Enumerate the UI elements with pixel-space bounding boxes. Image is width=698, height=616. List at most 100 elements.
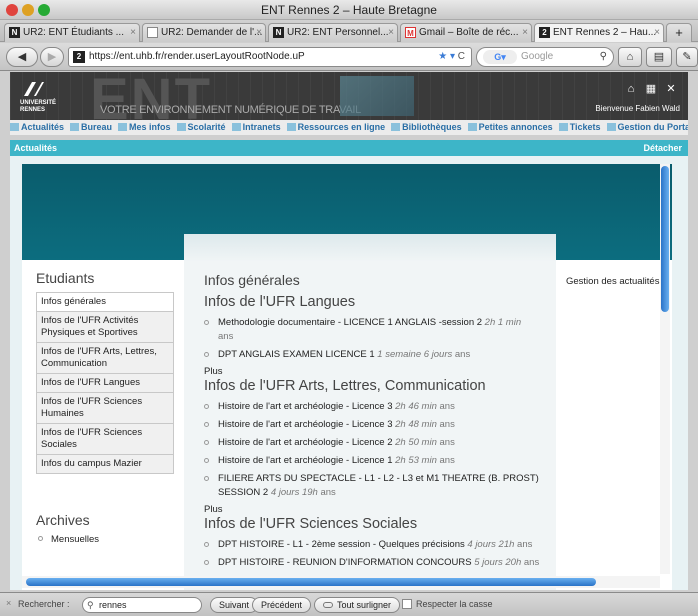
search-icon[interactable]: ⚲ [600, 48, 607, 66]
left-nav-item[interactable]: Infos générales [36, 292, 174, 311]
news-item-title[interactable]: DPT HISTOIRE - REUNION D'INFORMATION CON… [218, 557, 472, 568]
tab-ur2-demander[interactable]: UR2: Demander de l'... × [142, 23, 266, 42]
close-tab-icon[interactable]: × [388, 24, 394, 41]
extension-icon[interactable]: ✎ [676, 47, 698, 67]
close-tab-icon[interactable]: × [130, 24, 136, 41]
news-item[interactable]: DPT HISTOIRE - L1 - 2ème session - Quelq… [204, 538, 554, 552]
menu-square-icon [231, 123, 241, 131]
site-icon: 2 [73, 51, 85, 63]
news-item-title[interactable]: Methodologie documentaire - LICENCE 1 AN… [218, 317, 482, 328]
news-item[interactable]: Methodologie documentaire - LICENCE 1 AN… [204, 316, 554, 344]
news-item-suffix: ans [439, 401, 455, 412]
vertical-scroll-thumb[interactable] [661, 166, 669, 312]
archives-item-label: Mensuelles [51, 534, 100, 545]
find-next-button[interactable]: Suivant [210, 597, 259, 613]
close-tab-icon[interactable]: × [522, 24, 528, 41]
left-nav-item[interactable]: Infos de l'UFR Arts, Lettres, Communicat… [36, 342, 174, 373]
find-input[interactable]: ⚲ rennes [82, 597, 202, 613]
horizontal-scroll-thumb[interactable] [26, 578, 596, 586]
news-item[interactable]: Histoire de l'art et archéologie - Licen… [204, 454, 554, 468]
news-item-title[interactable]: Histoire de l'art et archéologie - Licen… [218, 419, 393, 430]
highlight-icon [323, 602, 333, 608]
menu-item-ressources[interactable]: Ressources en ligne [286, 120, 385, 135]
news-item[interactable]: Histoire de l'art et archéologie - Licen… [204, 436, 554, 450]
find-previous-button[interactable]: Précédent [252, 597, 312, 613]
tab-ur2-etudiants[interactable]: N UR2: ENT Étudiants ... × [4, 23, 140, 42]
menu-item-gestion-portail[interactable]: Gestion du Portail [606, 120, 688, 135]
news-item-title[interactable]: Histoire de l'art et archéologie - Licen… [218, 401, 393, 412]
tab-gmail[interactable]: M Gmail – Boîte de réc... × [400, 23, 532, 42]
menu-item-mes-infos[interactable]: Mes infos [118, 120, 171, 135]
left-nav-item[interactable]: Infos de l'UFR Sciences Sociales [36, 423, 174, 454]
news-item-title[interactable]: Histoire de l'art et archéologie - Licen… [218, 437, 393, 448]
logout-icon[interactable]: ✕ [664, 82, 678, 96]
news-item[interactable]: Histoire de l'art et archéologie - Licen… [204, 418, 554, 432]
plus-link[interactable]: Plus [204, 504, 554, 515]
menu-item-scolarite[interactable]: Scolarité [176, 120, 226, 135]
minimize-window-button[interactable] [22, 4, 34, 16]
close-find-icon[interactable]: × [6, 598, 11, 608]
menu-item-petites-annonces[interactable]: Petites annonces [467, 120, 553, 135]
menu-square-icon [286, 123, 296, 131]
news-item[interactable]: DPT HISTOIRE - REUNION D'INFORMATION CON… [204, 556, 554, 570]
page-icon [147, 27, 158, 38]
tab-ent-rennes[interactable]: 2 ENT Rennes 2 – Hau... × [534, 23, 664, 42]
bullet-icon [204, 542, 209, 547]
news-item-suffix: ans [320, 487, 336, 498]
plus-link[interactable]: Plus [204, 366, 554, 377]
search-engine-icon[interactable]: G▾ [483, 50, 517, 64]
news-item[interactable]: DPT ANGLAIS EXAMEN LICENCE 1 1 semaine 6… [204, 348, 554, 362]
archives-item[interactable]: Mensuelles [38, 534, 99, 545]
home-icon[interactable]: ⌂ [618, 47, 642, 67]
layout-icon[interactable]: ▦ [644, 82, 658, 96]
menu-item-bibliotheques[interactable]: Bibliothèques [391, 120, 462, 135]
news-item-title[interactable]: Histoire de l'art et archéologie - Licen… [218, 455, 393, 466]
manage-news-link[interactable]: Gestion des actualités [566, 276, 659, 287]
news-item-title[interactable]: DPT ANGLAIS EXAMEN LICENCE 1 [218, 349, 375, 360]
search-field[interactable]: G▾ Google ⚲ [476, 47, 614, 67]
menu-square-icon [176, 123, 186, 131]
close-tab-icon[interactable]: × [654, 24, 660, 41]
left-section-title: Etudiants [36, 270, 95, 286]
menu-item-tickets[interactable]: Tickets [558, 120, 601, 135]
section-title[interactable]: Infos de l'UFR Sciences Sociales [204, 516, 554, 532]
tab-ur2-personnel[interactable]: N UR2: ENT Personnel... × [268, 23, 398, 42]
new-tab-button[interactable]: + [666, 23, 692, 42]
back-button[interactable]: ◀ [6, 47, 38, 67]
news-item[interactable]: FILIERE ARTS DU SPECTACLE - L1 - L2 - L3… [204, 472, 554, 500]
ur2-icon: N [9, 27, 20, 38]
left-nav-item[interactable]: Infos de l'UFR Langues [36, 373, 174, 392]
news-item-age: 2h 46 min [395, 401, 437, 412]
left-nav-item[interactable]: Infos de l'UFR Sciences Humaines [36, 392, 174, 423]
bookmarks-menu-icon[interactable]: ▤ [646, 47, 672, 67]
close-window-button[interactable] [6, 4, 18, 16]
news-item-suffix: ans [523, 557, 540, 568]
menu-item-intranets[interactable]: Intranets [231, 120, 281, 135]
match-case-checkbox[interactable] [402, 599, 412, 609]
zoom-window-button[interactable] [38, 4, 50, 16]
menu-item-bureau[interactable]: Bureau [70, 120, 112, 135]
menu-square-icon [391, 123, 401, 131]
portlet-titlebar: Actualités Détacher [10, 140, 688, 156]
section-title[interactable]: Infos de l'UFR Arts, Lettres, Communicat… [204, 378, 554, 394]
bookmark-star-icon[interactable]: ★ ▾ C [438, 48, 465, 66]
forward-button[interactable]: ▶ [40, 47, 64, 67]
menu-item-actualites[interactable]: Actualités [10, 120, 64, 135]
url-field[interactable]: 2 https://ent.uhb.fr/render.userLayoutRo… [68, 47, 472, 67]
home-portal-icon[interactable]: ⌂ [624, 82, 638, 96]
horizontal-scrollbar[interactable] [22, 576, 660, 588]
news-item-title[interactable]: DPT HISTOIRE - L1 - 2ème session - Quelq… [218, 539, 465, 550]
news-item[interactable]: Histoire de l'art et archéologie - Licen… [204, 400, 554, 414]
left-nav-item[interactable]: Infos de l'UFR Activités Physiques et Sp… [36, 311, 174, 342]
section-title[interactable]: Infos de l'UFR Langues [204, 294, 554, 310]
search-placeholder: Google [521, 51, 554, 62]
highlight-all-button[interactable]: Tout surligner [314, 597, 401, 613]
detach-link[interactable]: Détacher [643, 140, 682, 156]
left-nav-item[interactable]: Infos du campus Mazier [36, 454, 174, 474]
news-item-age: 4 jours 19h [270, 487, 318, 498]
bullet-icon [204, 422, 209, 427]
close-tab-icon[interactable]: × [256, 24, 262, 41]
vertical-scrollbar[interactable] [660, 164, 670, 574]
news-item-title[interactable]: FILIERE ARTS DU SPECTACLE - L1 - L2 - L3… [218, 473, 539, 498]
menu-square-icon [70, 123, 80, 131]
